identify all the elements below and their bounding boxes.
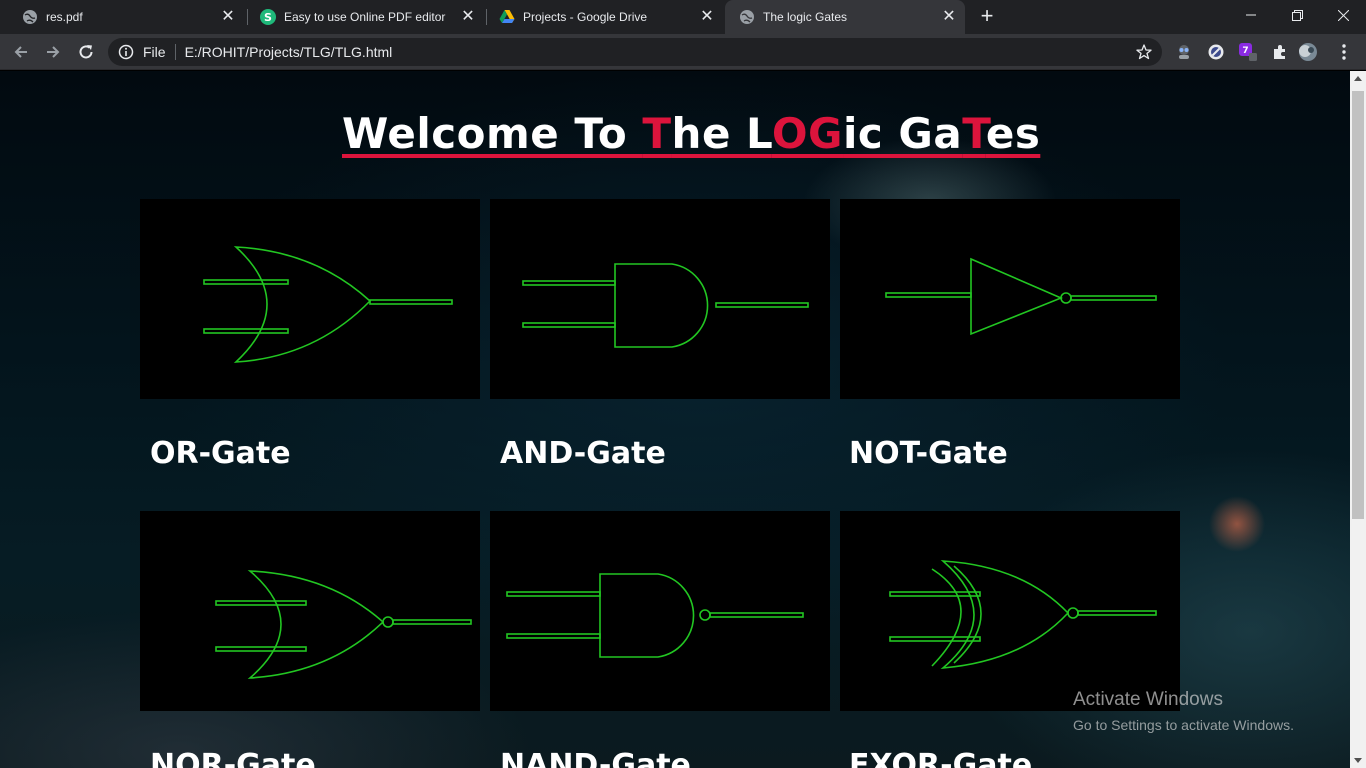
scroll-down-icon[interactable] [1354,758,1362,763]
close-tab-icon[interactable]: ✕ [697,7,717,27]
forward-arrow-icon [47,46,60,58]
close-window-button[interactable] [1320,0,1366,30]
scrollbar-thumb[interactable] [1352,91,1364,519]
restore-button[interactable] [1274,0,1320,30]
bookmark-star-icon[interactable] [1134,42,1154,62]
heading-part: es [985,109,1041,158]
page-title: Welcome To The LOGic GaTes [342,109,1040,159]
or-gate-symbol [203,246,453,363]
activate-windows-watermark: Activate Windows Go to Settings to activ… [1073,689,1294,733]
exor-gate-symbol [889,560,1157,670]
nor-gate-card[interactable] [140,511,480,711]
tab-logic-gates[interactable]: The logic Gates ✕ [725,0,965,34]
and-gate-card[interactable] [490,199,830,399]
vertical-scrollbar[interactable] [1350,71,1366,768]
forward-button[interactable] [39,38,67,66]
and-gate-symbol [522,263,809,348]
nand-gate-label[interactable]: NAND-Gate [500,748,691,768]
minimize-icon [1246,14,1256,16]
site-info-icon[interactable] [118,44,134,60]
not-gate-card[interactable] [840,199,1180,399]
reload-icon [79,45,93,59]
url-scheme-label: File [143,44,166,60]
back-arrow-icon [14,46,27,58]
nand-gate-symbol [506,573,804,658]
nand-gate-card[interactable] [490,511,830,711]
google-drive-icon [499,9,515,25]
restore-icon [1291,9,1303,21]
page-viewport: Welcome To The LOGic GaTes OR-Gate AND-G… [0,71,1350,768]
back-button[interactable] [7,38,35,66]
tab-res-pdf[interactable]: res.pdf ✕ [8,0,244,34]
tab-google-drive[interactable]: Projects - Google Drive ✕ [485,0,723,34]
svg-text:S: S [264,11,272,24]
globe-icon [22,9,38,25]
heading-part: ic Ga [843,109,963,158]
nor-gate-symbol [215,570,472,679]
tab-title: Projects - Google Drive [523,10,648,24]
scroll-up-icon[interactable] [1354,76,1362,81]
tab-pdf-editor[interactable]: S Easy to use Online PDF editor ✕ [246,0,484,34]
url-text[interactable]: E:/ROHIT/Projects/TLG/TLG.html [185,44,1134,60]
close-tab-icon[interactable]: ✕ [458,7,478,27]
close-tab-icon[interactable]: ✕ [218,7,238,27]
close-tab-icon[interactable]: ✕ [939,7,959,27]
tab-title: Easy to use Online PDF editor [284,10,446,24]
watermark-title: Activate Windows [1073,689,1223,710]
chrome-menu-icon[interactable] [1334,42,1354,62]
not-gate-symbol [885,257,1157,336]
exor-gate-card[interactable] [840,511,1180,711]
or-gate-label[interactable]: OR-Gate [150,436,291,471]
browser-toolbar: File E:/ROHIT/Projects/TLG/TLG.html 7 [0,34,1366,70]
profile-avatar-icon[interactable] [1298,42,1318,62]
heading-part: he L [671,109,772,158]
url-divider [174,44,176,60]
heading-part: T [642,109,672,158]
heading-part: Welcome To [342,109,643,158]
sejda-icon: S [260,9,276,25]
minimize-button[interactable] [1228,0,1274,30]
heading-part: T [962,109,986,158]
extension-purple-icon[interactable]: 7 [1238,42,1258,62]
new-tab-button[interactable]: + [974,5,1000,29]
watermark-subtitle: Go to Settings to activate Windows. [1073,717,1294,733]
reload-button[interactable] [72,38,100,66]
tab-title: The logic Gates [763,10,848,24]
extensions-puzzle-icon[interactable] [1270,42,1290,62]
globe-icon [739,9,755,25]
tab-strip: res.pdf ✕ S Easy to use Online PDF edito… [0,0,1366,34]
close-icon [1337,9,1349,21]
nor-gate-label[interactable]: NOR-Gate [150,748,316,768]
svg-text:7: 7 [1242,46,1248,56]
or-gate-card[interactable] [140,199,480,399]
address-bar[interactable]: File E:/ROHIT/Projects/TLG/TLG.html [108,38,1162,66]
heading-part: OG [771,109,844,158]
not-gate-label[interactable]: NOT-Gate [849,436,1008,471]
extension-spy-icon[interactable] [1174,42,1194,62]
extension-block-icon[interactable] [1206,42,1226,62]
and-gate-label[interactable]: AND-Gate [500,436,666,471]
exor-gate-label[interactable]: EXOR-Gate [849,748,1032,768]
tab-title: res.pdf [46,10,83,24]
